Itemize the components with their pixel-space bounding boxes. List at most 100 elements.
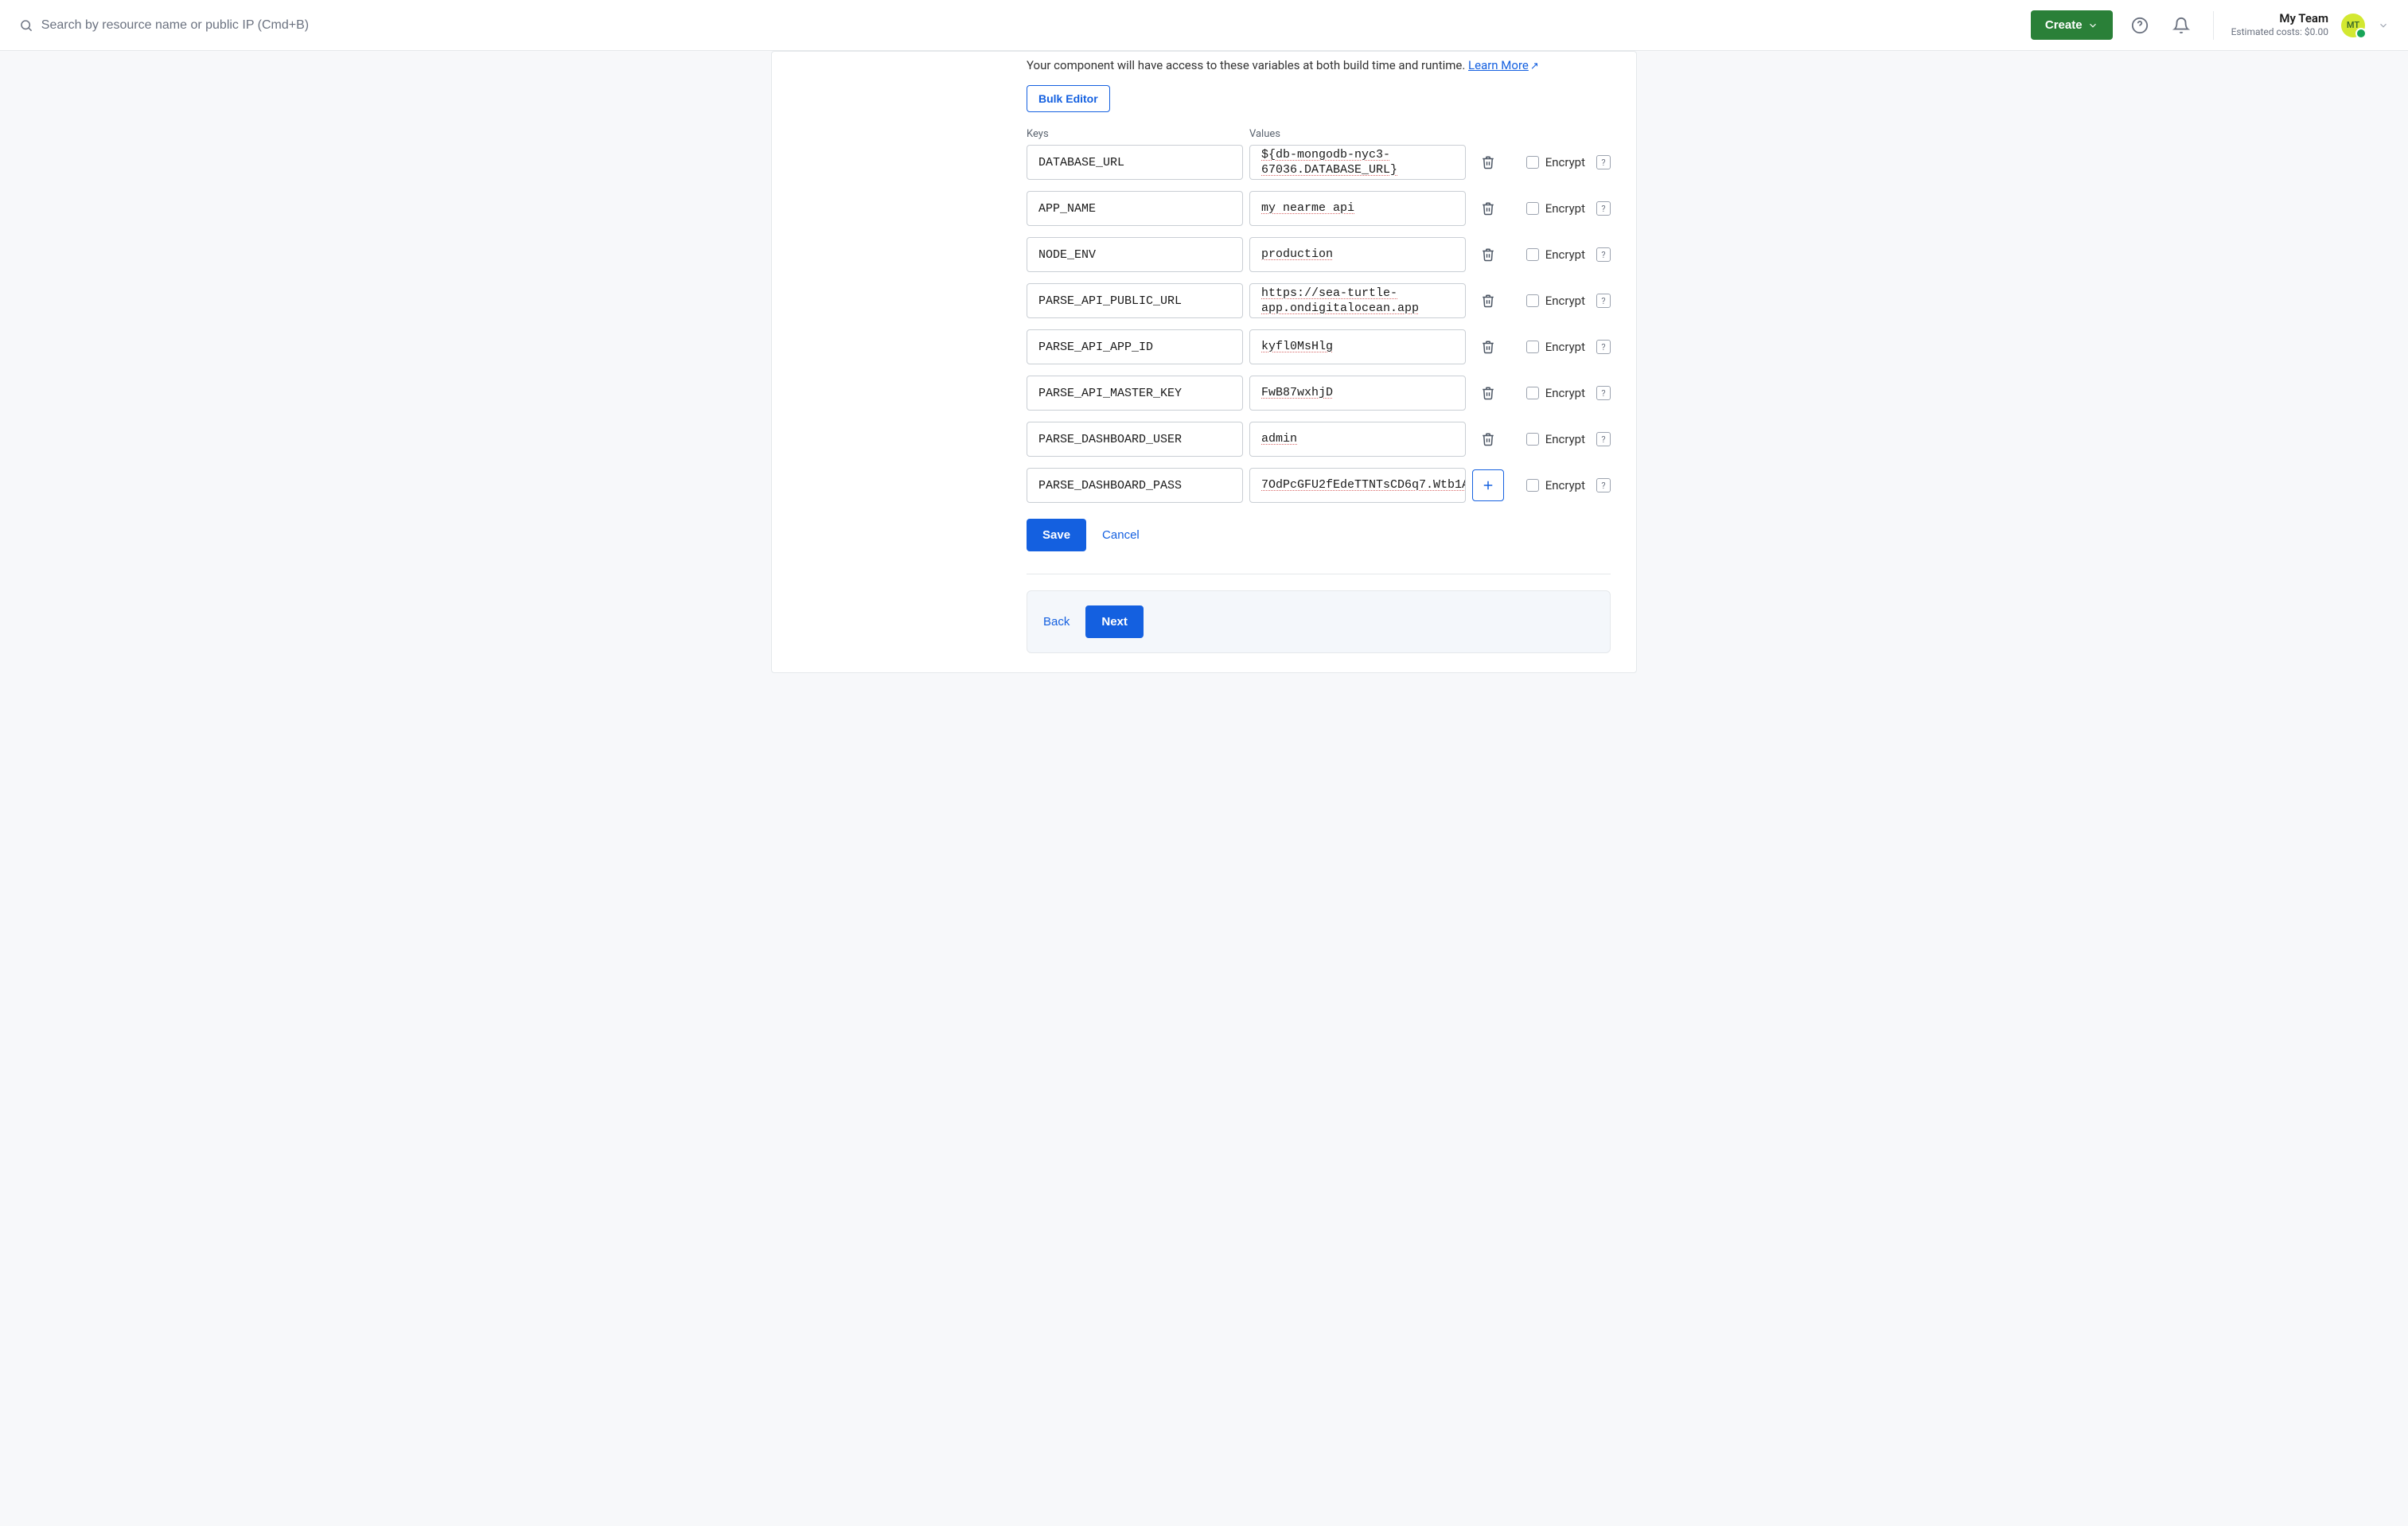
divider [2213, 11, 2214, 40]
delete-row-button[interactable] [1472, 146, 1504, 178]
env-value-input[interactable]: 7OdPcGFU2fEdeTTNTsCD6q7.Wtb1AWpUy [1249, 468, 1466, 503]
top-bar: Create My Team Estimated costs: $0.00 MT [0, 0, 2408, 51]
encrypt-checkbox[interactable] [1526, 479, 1539, 492]
env-card: Your component will have access to these… [771, 51, 1637, 673]
env-value-input[interactable]: my nearme api [1249, 191, 1466, 226]
encrypt-help-button[interactable]: ? [1596, 247, 1611, 262]
encrypt-checkbox[interactable] [1526, 341, 1539, 353]
encrypt-checkbox[interactable] [1526, 156, 1539, 169]
encrypt-wrap: Encrypt? [1526, 478, 1611, 492]
encrypt-help-button[interactable]: ? [1596, 478, 1611, 492]
learn-more-link[interactable]: Learn More [1468, 58, 1529, 72]
footer-nav: Back Next [1027, 590, 1611, 653]
encrypt-checkbox[interactable] [1526, 433, 1539, 446]
search-icon [19, 18, 33, 33]
chevron-down-icon[interactable] [2378, 20, 2389, 31]
encrypt-checkbox[interactable] [1526, 202, 1539, 215]
create-button[interactable]: Create [2031, 10, 2113, 40]
env-row: PARSE_DASHBOARD_PASS7OdPcGFU2fEdeTTNTsCD… [1027, 468, 1611, 503]
encrypt-wrap: Encrypt? [1526, 340, 1611, 354]
encrypt-label: Encrypt [1545, 247, 1585, 262]
add-row-button[interactable] [1472, 469, 1504, 501]
encrypt-label: Encrypt [1545, 386, 1585, 400]
env-key-input[interactable]: APP_NAME [1027, 191, 1243, 226]
next-button[interactable]: Next [1085, 605, 1144, 638]
encrypt-label: Encrypt [1545, 201, 1585, 216]
env-value-input[interactable]: admin [1249, 422, 1466, 457]
help-icon [2131, 17, 2149, 34]
delete-row-button[interactable] [1472, 423, 1504, 455]
env-key-input[interactable]: PARSE_API_PUBLIC_URL [1027, 283, 1243, 318]
values-header: Values [1249, 128, 1611, 140]
encrypt-help-button[interactable]: ? [1596, 340, 1611, 354]
delete-row-button[interactable] [1472, 239, 1504, 271]
keys-header: Keys [1027, 128, 1249, 140]
external-link-icon: ↗ [1530, 60, 1539, 72]
notifications-button[interactable] [2167, 11, 2196, 40]
avatar[interactable]: MT [2341, 14, 2365, 37]
env-key-input[interactable]: DATABASE_URL [1027, 145, 1243, 180]
encrypt-wrap: Encrypt? [1526, 201, 1611, 216]
trash-icon [1481, 247, 1495, 262]
team-cost: Estimated costs: $0.00 [2231, 26, 2328, 39]
encrypt-help-button[interactable]: ? [1596, 201, 1611, 216]
encrypt-label: Encrypt [1545, 340, 1585, 354]
back-button[interactable]: Back [1043, 615, 1070, 629]
env-row: NODE_ENVproduction Encrypt? [1027, 237, 1611, 272]
env-value-input[interactable]: FwB87wxhjD [1249, 376, 1466, 411]
form-actions: Save Cancel [1027, 519, 1611, 551]
create-label: Create [2045, 18, 2083, 32]
encrypt-help-button[interactable]: ? [1596, 294, 1611, 308]
encrypt-checkbox[interactable] [1526, 387, 1539, 399]
trash-icon [1481, 340, 1495, 354]
trash-icon [1481, 386, 1495, 400]
env-key-input[interactable]: PARSE_API_APP_ID [1027, 329, 1243, 364]
delete-row-button[interactable] [1472, 377, 1504, 409]
bulk-editor-button[interactable]: Bulk Editor [1027, 85, 1110, 112]
encrypt-wrap: Encrypt? [1526, 155, 1611, 169]
delete-row-button[interactable] [1472, 193, 1504, 224]
env-key-input[interactable]: NODE_ENV [1027, 237, 1243, 272]
env-value-input[interactable]: production [1249, 237, 1466, 272]
env-key-input[interactable]: PARSE_API_MASTER_KEY [1027, 376, 1243, 411]
search-input[interactable] [41, 18, 2018, 33]
env-row: APP_NAMEmy nearme api Encrypt? [1027, 191, 1611, 226]
kv-rows: DATABASE_URL${db-mongodb-nyc3-67036.DATA… [1027, 145, 1611, 503]
encrypt-label: Encrypt [1545, 478, 1585, 492]
team-name: My Team [2231, 11, 2328, 27]
encrypt-help-button[interactable]: ? [1596, 432, 1611, 446]
encrypt-label: Encrypt [1545, 432, 1585, 446]
search-wrap [19, 18, 2018, 33]
env-value-input[interactable]: ${db-mongodb-nyc3-67036.DATABASE_URL} [1249, 145, 1466, 180]
env-row: PARSE_API_PUBLIC_URLhttps://sea-turtle-a… [1027, 283, 1611, 318]
env-key-input[interactable]: PARSE_DASHBOARD_PASS [1027, 468, 1243, 503]
env-value-input[interactable]: https://sea-turtle-app.ondigitalocean.ap… [1249, 283, 1466, 318]
env-key-input[interactable]: PARSE_DASHBOARD_USER [1027, 422, 1243, 457]
save-button[interactable]: Save [1027, 519, 1086, 551]
delete-row-button[interactable] [1472, 331, 1504, 363]
bell-icon [2172, 17, 2190, 34]
intro-text: Your component will have access to these… [1027, 52, 1611, 72]
encrypt-help-button[interactable]: ? [1596, 155, 1611, 169]
encrypt-label: Encrypt [1545, 155, 1585, 169]
cancel-button[interactable]: Cancel [1102, 528, 1140, 542]
encrypt-help-button[interactable]: ? [1596, 386, 1611, 400]
help-button[interactable] [2126, 11, 2154, 40]
env-row: PARSE_API_APP_IDkyfl0MsHlg Encrypt? [1027, 329, 1611, 364]
kv-header: Keys Values [1027, 128, 1611, 140]
encrypt-wrap: Encrypt? [1526, 247, 1611, 262]
encrypt-wrap: Encrypt? [1526, 294, 1611, 308]
env-value-input[interactable]: kyfl0MsHlg [1249, 329, 1466, 364]
trash-icon [1481, 432, 1495, 446]
encrypt-label: Encrypt [1545, 294, 1585, 308]
encrypt-checkbox[interactable] [1526, 248, 1539, 261]
trash-icon [1481, 201, 1495, 216]
team-block[interactable]: My Team Estimated costs: $0.00 [2231, 11, 2328, 39]
chevron-down-icon [2087, 20, 2098, 31]
intro-copy: Your component will have access to these… [1027, 58, 1468, 72]
encrypt-checkbox[interactable] [1526, 294, 1539, 307]
env-row: PARSE_API_MASTER_KEYFwB87wxhjD Encrypt? [1027, 376, 1611, 411]
card-inner: Your component will have access to these… [772, 52, 1636, 653]
delete-row-button[interactable] [1472, 285, 1504, 317]
trash-icon [1481, 294, 1495, 308]
